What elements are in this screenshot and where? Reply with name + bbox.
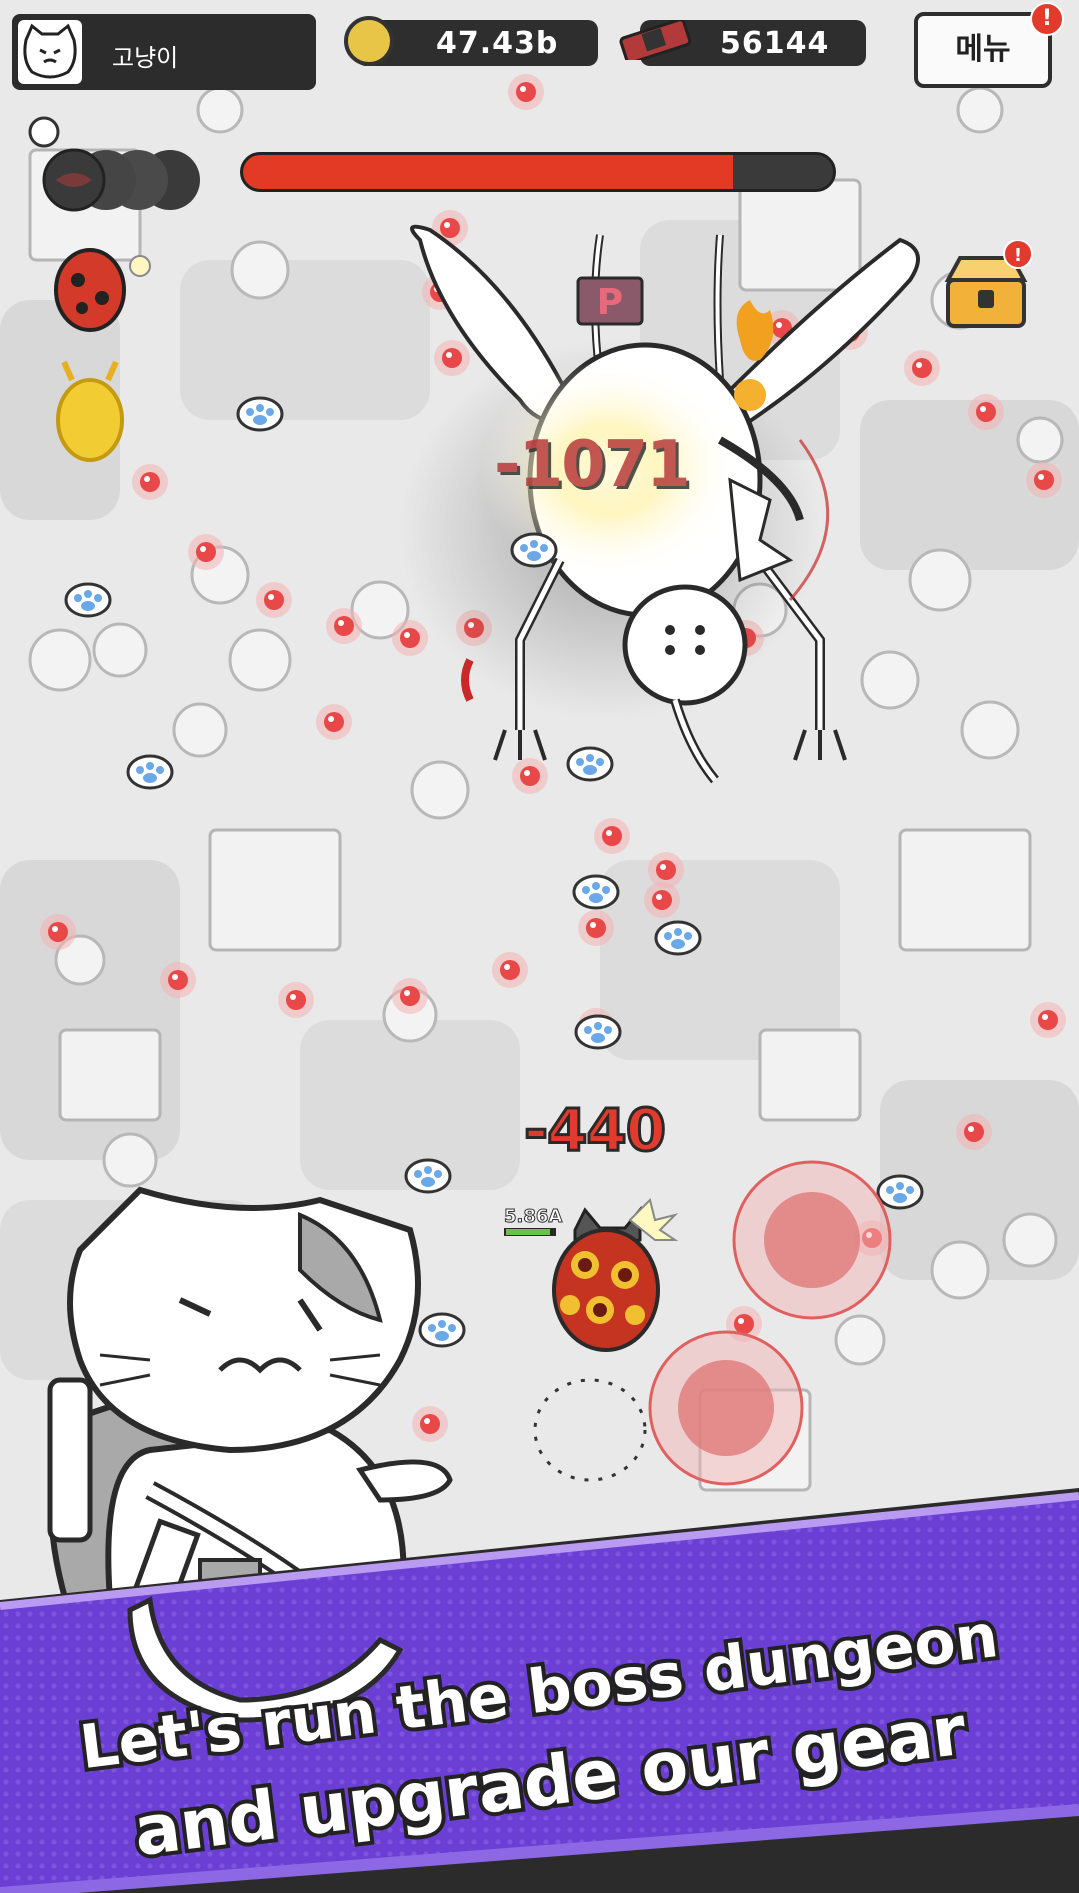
ticket-amount: 56144 [720, 26, 830, 61]
coin-amount: 47.43b [436, 26, 559, 61]
player-name: 고냥이 [112, 44, 179, 72]
menu-notification-badge: ! [1030, 2, 1064, 36]
damage-number-player: -440 [522, 1095, 667, 1166]
boss-health-bar [240, 152, 836, 192]
fish-skill-icon [42, 148, 200, 212]
player-profile[interactable]: 고냥이 [12, 14, 316, 90]
ticket-counter: 56144 [619, 20, 866, 66]
coin-icon [344, 16, 394, 66]
dynamite-ticket-icon [619, 20, 692, 60]
treasure-chest-icon[interactable]: ! [940, 240, 1040, 340]
ladybug-pet-icon [54, 248, 151, 332]
game-screen[interactable]: P Let's run the boss dungeon and upgrade… [0, 0, 1079, 1893]
skill-column [28, 116, 200, 462]
coin-counter: 47.43b [344, 16, 598, 66]
player-power-label: 5.86A [503, 1206, 563, 1228]
beetle-pet-icon [56, 360, 124, 462]
svg-text:!: ! [1014, 245, 1022, 266]
cat-avatar [18, 20, 82, 84]
damage-number-boss: -1071 [494, 428, 691, 502]
boss-health-fill [243, 155, 733, 189]
